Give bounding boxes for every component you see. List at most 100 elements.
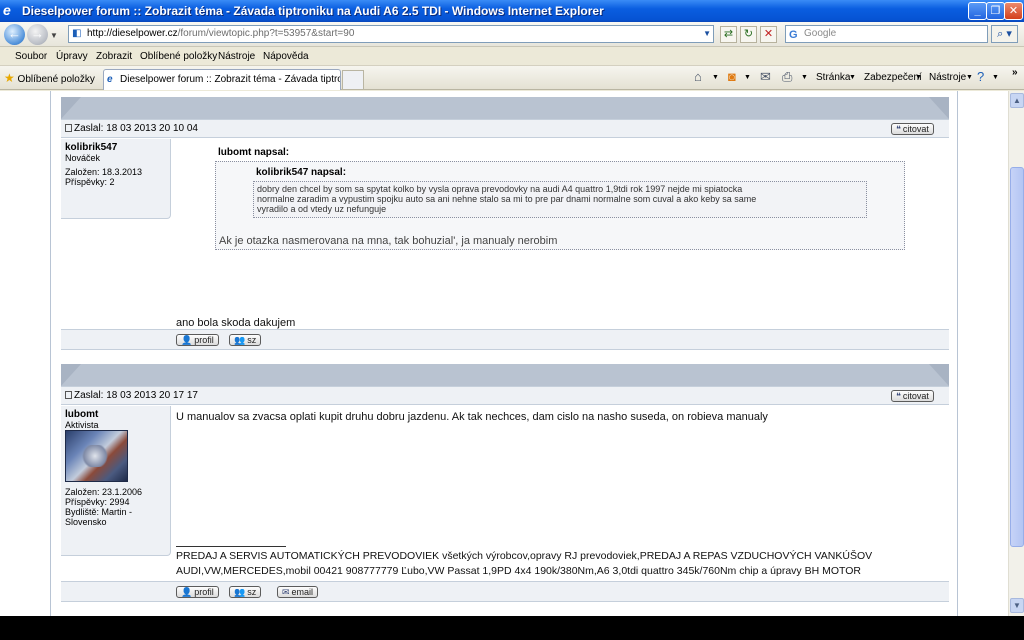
signature-line: PREDAJ A SERVIS AUTOMATICKÝCH PREVODOVIE…: [176, 550, 873, 562]
profile-icon: 👤: [181, 335, 193, 345]
profile-button[interactable]: 👤 profil: [176, 334, 219, 346]
address-dropdown-icon[interactable]: ▼: [703, 26, 711, 42]
tab-title: Dieselpower forum :: Zobrazit téma - Záv…: [120, 74, 341, 85]
scroll-thumb[interactable]: [1010, 167, 1024, 547]
post-footer: 👤 profil 👥 sz ✉ email: [61, 581, 949, 602]
favorites-label: Oblíbené položky: [17, 74, 95, 85]
quote-button[interactable]: ❝ citovat: [891, 390, 934, 402]
print-icon[interactable]: ⎙: [782, 69, 792, 85]
search-input[interactable]: G Google: [785, 25, 988, 43]
post-date: Zaslal: 18 03 2013 20 17 17: [65, 390, 198, 401]
forward-button[interactable]: →: [27, 24, 48, 45]
outer-quote: kolibrik547 napsal: dobry den chcel by s…: [215, 161, 905, 250]
close-button[interactable]: ✕: [1004, 2, 1023, 20]
menu-file[interactable]: Soubor: [15, 51, 47, 62]
address-host: http://dieselpower.cz: [87, 28, 178, 39]
post-footer: 👤 profil 👥 sz: [61, 329, 949, 350]
post-date-text: Zaslal: 18 03 2013 20 17 17: [74, 390, 198, 401]
author-cell: lubomt Aktivista Založen: 23.1.2006 Přís…: [61, 406, 171, 556]
scroll-down-icon[interactable]: ▼: [1010, 598, 1024, 613]
post-date: Zaslal: 18 03 2013 20 10 04: [65, 123, 198, 134]
print-dropdown-icon[interactable]: ▼: [801, 74, 808, 81]
author-joined: Založen: 18.3.2013: [65, 167, 143, 177]
refresh-icon[interactable]: ↻: [740, 26, 757, 43]
back-button[interactable]: ←: [4, 24, 25, 45]
help-dropdown-icon[interactable]: ▼: [992, 74, 999, 81]
page-icon: ◧: [72, 28, 82, 39]
menu-view[interactable]: Zobrazit: [96, 51, 132, 62]
quote-icon: ❝: [896, 124, 901, 134]
post-date-text: Zaslal: 18 03 2013 20 10 04: [74, 123, 198, 134]
pm-button[interactable]: 👥 sz: [229, 334, 262, 346]
tab-active[interactable]: e Dieselpower forum :: Zobrazit téma - Z…: [103, 69, 341, 90]
menu-edit[interactable]: Úpravy: [56, 51, 88, 62]
quote-button-label: citovat: [902, 124, 929, 134]
scroll-up-icon[interactable]: ▲: [1010, 93, 1024, 108]
search-button[interactable]: ⌕ ▾: [991, 25, 1018, 43]
tools-dropdown-icon[interactable]: ▼: [966, 74, 973, 81]
mail-icon[interactable]: ✉: [760, 69, 771, 85]
post-body: lubomt Aktivista Založen: 23.1.2006 Přís…: [61, 406, 949, 581]
minimize-button[interactable]: _: [968, 2, 987, 20]
author-location: Bydliště: Martin -: [65, 507, 133, 517]
google-icon: G: [789, 29, 798, 41]
menu-bar: Soubor Úpravy Zobrazit Oblíbené položky …: [0, 47, 1024, 66]
feeds-dropdown-icon[interactable]: ▼: [744, 74, 751, 81]
favorites-button[interactable]: ★ Oblíbené položky: [4, 71, 95, 85]
page-menu[interactable]: Stránka: [816, 72, 850, 83]
more-chevron-icon[interactable]: »: [1012, 67, 1018, 78]
outer-quote-title: lubomt napsal:: [218, 147, 290, 158]
post-icon: [65, 124, 72, 132]
header-band-shape: [61, 97, 949, 119]
history-dropdown-icon[interactable]: ▼: [50, 31, 58, 40]
stop-icon[interactable]: ✕: [760, 26, 777, 43]
address-bar[interactable]: ◧ http://dieselpower.cz/forum/viewtopic.…: [68, 25, 714, 43]
page-content: Zaslal: 18 03 2013 20 10 04 ❝ citovat kol…: [0, 91, 1008, 616]
author-rank: Nováček: [65, 153, 101, 163]
compatibility-icon[interactable]: ⇄: [720, 26, 737, 43]
author-name[interactable]: lubomt: [65, 409, 98, 420]
author-joined: Založen: 23.1.2006: [65, 487, 143, 497]
browser-window: e Dieselpower forum :: Zobrazit téma - Z…: [0, 0, 1024, 616]
author-post-count: Příspěvky: 2994: [65, 497, 130, 507]
home-icon[interactable]: ⌂: [694, 69, 702, 84]
menu-help[interactable]: Nápověda: [263, 51, 309, 62]
author-rank: Aktivista: [65, 420, 99, 430]
menu-favorites[interactable]: Oblíbené položky: [140, 51, 217, 62]
menu-tools[interactable]: Nástroje: [218, 51, 255, 62]
quote-button[interactable]: ❝ citovat: [891, 123, 934, 135]
pm-icon: 👥: [234, 587, 246, 597]
page-dropdown-icon[interactable]: ▼: [849, 74, 856, 81]
maximize-button[interactable]: ❐: [986, 2, 1005, 20]
post-header-band: [61, 97, 949, 119]
email-button-label: email: [291, 587, 314, 597]
profile-icon: 👤: [181, 587, 193, 597]
address-row: ← → ▼ ◧ http://dieselpower.cz/forum/view…: [0, 22, 1024, 47]
tab-ie-icon: e: [107, 74, 113, 85]
profile-button-label: profil: [194, 587, 214, 597]
security-menu[interactable]: Zabezpečení: [864, 72, 922, 83]
pm-icon: 👥: [234, 335, 246, 345]
new-tab-button[interactable]: [342, 70, 364, 89]
inner-quote-title: kolibrik547 napsal:: [256, 167, 347, 178]
signature-line: AUDI,VW,MERCEDES,mobil 00421 908777779 Ľ…: [176, 565, 861, 577]
security-dropdown-icon[interactable]: ▼: [915, 74, 922, 81]
post-message: ano bola skoda dakujem: [176, 317, 296, 329]
tools-menu[interactable]: Nástroje: [929, 72, 966, 83]
feeds-icon[interactable]: ◙: [728, 69, 736, 84]
quote-button-label: citovat: [902, 391, 929, 401]
pm-button[interactable]: 👥 sz: [229, 586, 262, 598]
header-band-shape: [61, 364, 949, 386]
tab-bar: ★ Oblíbené položky e Dieselpower forum :…: [0, 66, 1024, 90]
post-body: kolibrik547 Nováček Založen: 18.3.2013 P…: [61, 139, 949, 329]
email-button[interactable]: ✉ email: [277, 586, 319, 598]
home-dropdown-icon[interactable]: ▼: [712, 74, 719, 81]
profile-button[interactable]: 👤 profil: [176, 586, 219, 598]
help-icon[interactable]: ?: [977, 69, 984, 84]
inner-quote-line: normalne zaradim a vypustim spojku auto …: [257, 194, 757, 204]
address-path: /forum/viewtopic.php?t=53957&start=90: [177, 28, 355, 39]
inner-quote-line: vyradilo a od vtedy uz nefunguje: [257, 204, 387, 214]
vertical-scrollbar[interactable]: ▲ ▼: [1008, 91, 1024, 616]
pm-button-label: sz: [247, 335, 257, 345]
author-name[interactable]: kolibrik547: [65, 142, 117, 153]
